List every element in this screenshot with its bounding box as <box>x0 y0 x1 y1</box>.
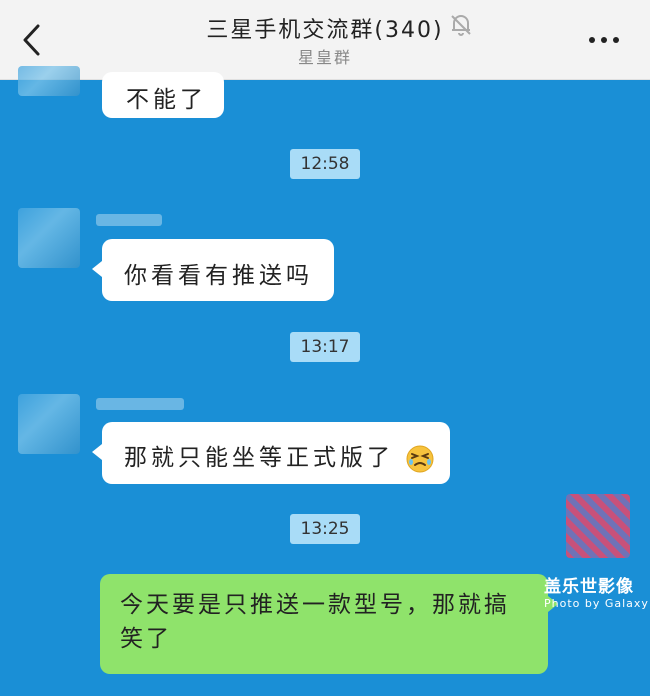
message-text-line: 笑了 <box>120 626 172 652</box>
bubble-tail <box>92 261 102 277</box>
message-text: 那就只能坐等正式版了 <box>124 445 394 471</box>
avatar-self[interactable] <box>566 494 630 558</box>
message-text: 不能了 <box>126 87 207 113</box>
bell-off-icon <box>451 15 471 36</box>
watermark: 盖乐世影像 Photo by Galaxy <box>544 572 649 610</box>
avatar[interactable] <box>18 66 80 96</box>
avatar[interactable] <box>18 394 80 454</box>
message-bubble-incoming[interactable]: 那就只能坐等正式版了 <box>102 422 450 484</box>
header-bar: 三星手机交流群(340) 星皇群 <box>0 0 650 80</box>
bubble-tail <box>92 444 102 460</box>
timestamp: 13:25 <box>290 514 360 544</box>
watermark-title: 盖乐世影像 <box>544 577 634 597</box>
chat-title: 三星手机交流群(340) <box>206 18 444 43</box>
sender-name <box>96 214 162 226</box>
chat-subtitle: 星皇群 <box>297 48 352 67</box>
watermark-credit: Photo by Galaxy <box>544 597 649 610</box>
timestamp: 13:17 <box>290 332 360 362</box>
message-text-line: 今天要是只推送一款型号，那就搞 <box>120 592 510 618</box>
squinting-face-emoji <box>406 445 434 472</box>
sender-name <box>96 398 184 410</box>
timestamp: 12:58 <box>290 149 360 179</box>
message-text: 你看看有推送吗 <box>124 263 313 289</box>
message-bubble-outgoing[interactable]: 今天要是只推送一款型号，那就搞 笑了 <box>100 574 548 674</box>
avatar[interactable] <box>18 208 80 268</box>
message-bubble-incoming[interactable]: 不能了 <box>102 72 224 118</box>
message-bubble-incoming[interactable]: 你看看有推送吗 <box>102 239 334 301</box>
more-horizontal-icon[interactable] <box>586 30 622 50</box>
